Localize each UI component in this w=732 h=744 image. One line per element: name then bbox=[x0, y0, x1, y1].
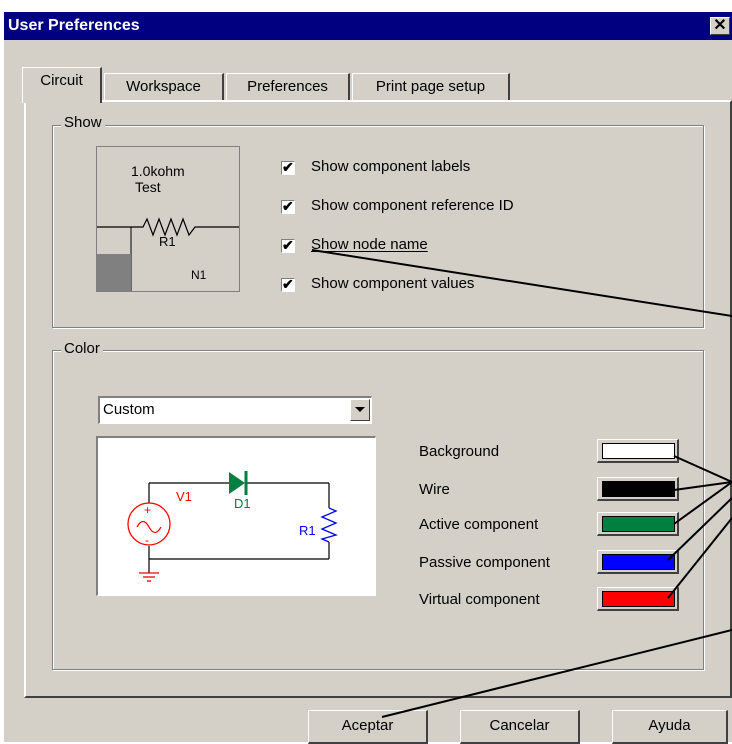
preview-label-text: Test bbox=[135, 179, 161, 195]
wire-color-button[interactable] bbox=[597, 477, 679, 501]
tab-label: Print page setup bbox=[375, 78, 486, 95]
show-node-name-label: Show node name bbox=[311, 236, 428, 253]
label-preview: 1.0kohm Test R1 N1 bbox=[96, 146, 240, 292]
color-scheme-select[interactable]: Custom bbox=[98, 396, 372, 424]
show-reference-id-checkbox[interactable]: ✔ bbox=[281, 198, 295, 214]
user-preferences-dialog: User Preferences ✕ Circuit Workspace Pre… bbox=[4, 12, 732, 744]
tab-label: Workspace bbox=[126, 78, 201, 95]
show-values-checkbox[interactable]: ✔ bbox=[281, 276, 295, 292]
cancel-button[interactable]: Cancelar bbox=[460, 710, 580, 744]
check-icon: ✔ bbox=[282, 276, 294, 292]
color-swatch bbox=[602, 554, 675, 570]
preview-node-block bbox=[97, 254, 131, 291]
tab-print-page-setup[interactable]: Print page setup bbox=[352, 73, 510, 101]
show-node-name-checkbox[interactable]: ✔ bbox=[281, 237, 295, 253]
tab-label: Circuit bbox=[40, 72, 83, 89]
source-plus: + bbox=[144, 503, 151, 517]
resistor-zigzag bbox=[320, 507, 338, 543]
show-reference-id-label: Show component reference ID bbox=[311, 197, 514, 214]
check-icon: ✔ bbox=[282, 198, 294, 214]
check-icon: ✔ bbox=[282, 237, 294, 253]
wire-color-label: Wire bbox=[419, 481, 450, 498]
dialog-title: User Preferences bbox=[8, 17, 140, 34]
chevron-down-icon bbox=[355, 407, 365, 412]
color-preview: D1 + - V1 R1 bbox=[96, 436, 376, 596]
color-legend: Color bbox=[61, 340, 103, 357]
show-labels-checkbox[interactable]: ✔ bbox=[281, 159, 295, 175]
passive-component-color-button[interactable] bbox=[597, 550, 679, 574]
close-icon: ✕ bbox=[713, 17, 727, 34]
background-color-label: Background bbox=[419, 443, 500, 460]
tab-workspace[interactable]: Workspace bbox=[104, 73, 224, 101]
diode-label: D1 bbox=[234, 496, 251, 511]
help-button[interactable]: Ayuda bbox=[612, 710, 728, 744]
source-label: V1 bbox=[176, 489, 192, 504]
show-labels-label: Show component labels bbox=[311, 158, 471, 175]
tab-preferences[interactable]: Preferences bbox=[226, 73, 350, 101]
circuit-preview-graphic: D1 + - V1 R1 bbox=[127, 471, 338, 582]
tab-label: Preferences bbox=[247, 78, 328, 95]
color-swatch bbox=[602, 443, 675, 459]
active-component-color-button[interactable] bbox=[597, 512, 679, 536]
color-scheme-value: Custom bbox=[103, 401, 155, 418]
dropdown-arrow-button[interactable] bbox=[350, 399, 370, 421]
tab-circuit[interactable]: Circuit bbox=[22, 67, 102, 103]
ok-button[interactable]: Aceptar bbox=[308, 710, 428, 744]
close-button[interactable]: ✕ bbox=[710, 17, 730, 35]
help-button-label: Ayuda bbox=[648, 717, 691, 734]
title-bar: User Preferences ✕ bbox=[4, 12, 732, 40]
ok-button-label: Aceptar bbox=[341, 717, 394, 734]
preview-node-text: N1 bbox=[191, 268, 207, 282]
preview-resistor-wire bbox=[97, 217, 239, 237]
resistor-label: R1 bbox=[299, 523, 316, 538]
preview-value-text: 1.0kohm bbox=[131, 163, 185, 179]
virtual-component-color-label: Virtual component bbox=[419, 591, 540, 608]
passive-component-color-label: Passive component bbox=[419, 554, 550, 571]
cancel-button-label: Cancelar bbox=[489, 717, 550, 734]
show-legend: Show bbox=[61, 114, 105, 131]
active-component-color-label: Active component bbox=[419, 516, 539, 533]
show-values-label: Show component values bbox=[311, 275, 475, 292]
diode-triangle bbox=[229, 472, 245, 494]
source-minus: - bbox=[145, 533, 149, 547]
color-swatch bbox=[602, 516, 675, 532]
preview-ref-text: R1 bbox=[159, 234, 176, 249]
background-color-button[interactable] bbox=[597, 439, 679, 463]
color-swatch bbox=[602, 591, 675, 607]
color-swatch bbox=[602, 481, 675, 497]
label-preview-graphic: 1.0kohm Test R1 N1 bbox=[97, 163, 239, 291]
check-icon: ✔ bbox=[282, 159, 294, 175]
virtual-component-color-button[interactable] bbox=[597, 587, 679, 611]
source-sine bbox=[136, 520, 162, 534]
